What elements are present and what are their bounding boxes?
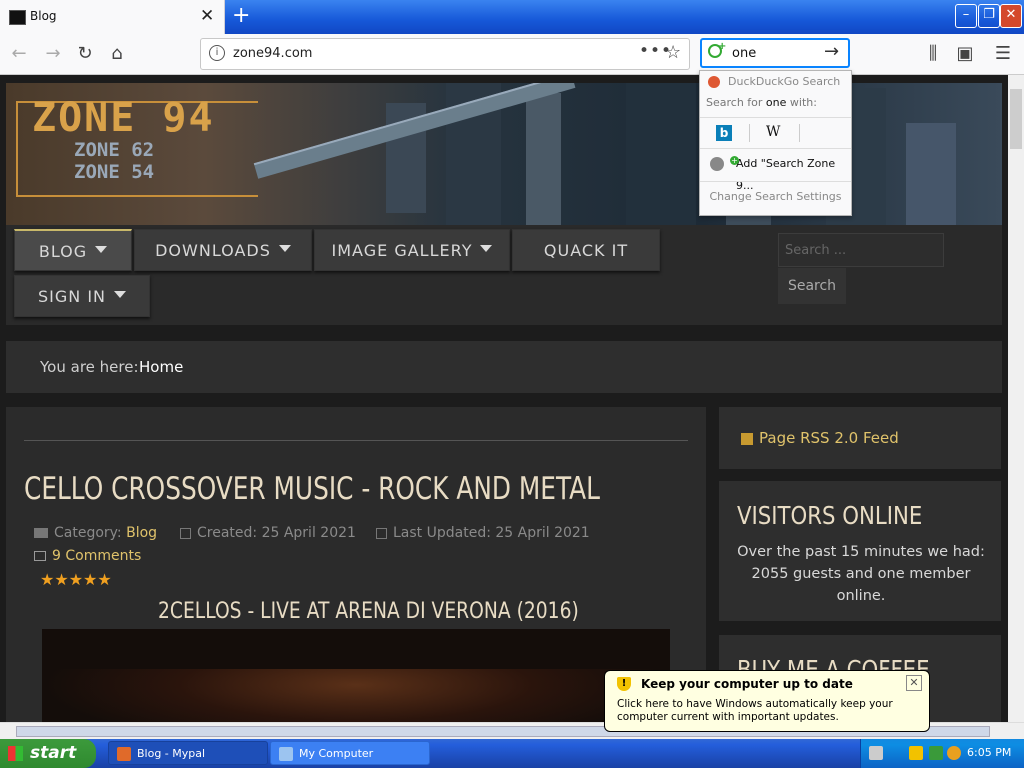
balloon-title: Keep your computer up to date — [641, 677, 853, 691]
search-go-icon[interactable]: → — [824, 41, 839, 62]
library-icon[interactable]: ⫼ — [920, 42, 946, 66]
balloon-body[interactable]: Click here to have Windows automatically… — [617, 698, 919, 724]
close-tab-icon[interactable]: ✕ — [200, 6, 214, 26]
menu-blog[interactable]: BLOG — [14, 229, 132, 271]
menu-quack-it[interactable]: QUACK IT — [512, 229, 660, 271]
sidebar-toggle-icon[interactable]: ▣ — [952, 42, 978, 66]
engine-title: DuckDuckGo Search — [728, 75, 841, 88]
browser-icon — [117, 747, 131, 761]
new-tab-button[interactable]: + — [232, 3, 250, 28]
menu-sign-in[interactable]: SIGN IN — [14, 275, 150, 317]
site-favicon-icon — [9, 10, 26, 25]
wikipedia-icon[interactable]: W — [766, 124, 780, 140]
network-icon[interactable] — [929, 746, 943, 760]
site-logo: ZONE 94 — [32, 95, 215, 141]
minimize-button[interactable]: – — [955, 4, 977, 28]
close-icon[interactable]: ✕ — [906, 675, 922, 691]
clock[interactable]: 6:05 PM — [967, 746, 1011, 759]
search-bar[interactable]: + one → — [700, 38, 850, 68]
vertical-scrollbar[interactable] — [1008, 75, 1024, 722]
menu-image-gallery[interactable]: IMAGE GALLERY — [314, 229, 510, 271]
restore-button[interactable]: ❐ — [978, 4, 1000, 28]
url-text[interactable]: zone94.com — [233, 46, 312, 61]
search-for-label: Search for one with: — [706, 96, 817, 109]
add-search-engine-item[interactable]: + Add "Search Zone 9... — [700, 153, 851, 192]
add-engine-badge-icon: + — [718, 41, 727, 52]
task-my-computer[interactable]: My Computer — [270, 741, 430, 765]
info-icon[interactable]: i — [209, 45, 225, 61]
add-engine-icon: + — [710, 156, 739, 171]
shield-icon: ! — [617, 677, 631, 691]
search-icon[interactable] — [947, 746, 961, 760]
back-button[interactable]: ← — [6, 42, 32, 66]
windows-logo-icon — [8, 746, 23, 761]
change-search-settings-button[interactable]: Change Search Settings — [700, 181, 851, 212]
computer-icon — [279, 747, 293, 761]
tab-title: Blog — [30, 9, 57, 23]
site-search-input[interactable]: Search ... — [778, 233, 944, 267]
site-logo-sub: ZONE 62 ZONE 54 — [74, 139, 155, 183]
keyboard-icon[interactable] — [869, 746, 883, 760]
forward-button[interactable]: → — [40, 42, 66, 66]
home-button[interactable]: ⌂ — [104, 42, 130, 66]
duckduckgo-icon — [708, 76, 720, 88]
chevron-down-icon — [480, 245, 493, 252]
start-button[interactable]: start — [0, 739, 96, 768]
engine-header[interactable]: DuckDuckGo Search — [700, 73, 851, 91]
bookmark-star-icon[interactable]: ☆ — [665, 42, 681, 63]
navigation-toolbar: ← → ↻ ⌂ i zone94.com ••• ☆ + one → ⫼ ▣ ☰ — [0, 34, 1024, 75]
shield-icon[interactable] — [909, 746, 923, 760]
chevron-down-icon — [95, 246, 108, 253]
task-blog-mypal[interactable]: Blog - Mypal — [108, 741, 268, 765]
system-tray: 6:05 PM — [860, 739, 1024, 768]
start-label: start — [30, 743, 77, 763]
menu-downloads[interactable]: DOWNLOADS — [134, 229, 312, 271]
url-bar[interactable]: i zone94.com ••• ☆ — [200, 38, 690, 70]
chevron-down-icon — [278, 245, 291, 252]
update-notification-balloon[interactable]: ! Keep your computer up to date Click he… — [604, 670, 930, 732]
reload-button[interactable]: ↻ — [72, 42, 98, 66]
tab-blog[interactable]: Blog ✕ — [0, 0, 225, 34]
page-content: ZONE 94 ZONE 62 ZONE 54 BLOG DOWNLOADS IM… — [0, 75, 1008, 722]
site-search-button[interactable]: Search — [778, 268, 846, 304]
one-off-engines: b W — [700, 117, 851, 149]
close-window-button[interactable]: ✕ — [1000, 4, 1022, 28]
scrollbar-thumb[interactable] — [1010, 89, 1022, 149]
search-input[interactable]: one — [732, 46, 756, 61]
chevron-down-icon — [114, 291, 126, 298]
menu-icon[interactable]: ☰ — [990, 42, 1016, 66]
bing-icon[interactable]: b — [716, 125, 732, 141]
search-suggestions-dropdown: DuckDuckGo Search Search for one with: b… — [699, 70, 852, 216]
